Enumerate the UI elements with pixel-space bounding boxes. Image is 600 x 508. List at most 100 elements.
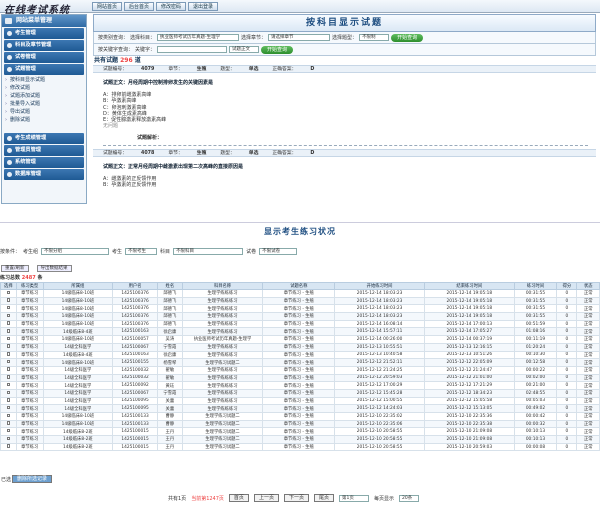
export-button[interactable]: 导出数据结果 xyxy=(36,265,72,272)
question-meta: 试题编号： 4078 章节： 生殖 题型： 单选 正确答案： D xyxy=(93,148,596,157)
keyword-input[interactable] xyxy=(157,46,228,53)
subject-label: 科目 xyxy=(160,249,171,255)
sidebar-item-edit-questions[interactable]: 修改试题 xyxy=(2,84,86,92)
search-button[interactable]: 开始查询 xyxy=(391,33,424,42)
row-select-cell xyxy=(0,373,17,383)
column-header: 选择 xyxy=(0,282,17,290)
row-select-cell xyxy=(0,312,17,321)
table-cell: 0 xyxy=(556,396,578,406)
row-checkbox[interactable] xyxy=(6,305,11,310)
row-checkbox[interactable] xyxy=(6,444,11,448)
prev-page-button[interactable]: 上一页 xyxy=(253,494,279,502)
category-label: 按类别查询： xyxy=(98,35,129,41)
table-cell: 0 xyxy=(556,404,578,413)
keyword-search-button[interactable]: 开始查询 xyxy=(261,45,294,54)
sidebar-group-students[interactable]: 考生管理 xyxy=(4,28,84,39)
table-cell: 生理学练练练习 xyxy=(181,404,264,413)
row-checkbox[interactable] xyxy=(6,421,11,425)
row-checkbox[interactable] xyxy=(6,390,11,395)
sidebar-group-admins[interactable]: 管理员管理 xyxy=(4,145,84,156)
row-checkbox[interactable] xyxy=(6,382,11,387)
table-cell: 1425100067 xyxy=(112,342,158,352)
subject-select[interactable]: 执业医师考试历年真题-生理学 xyxy=(157,34,240,41)
nav-home[interactable]: 网站首页 xyxy=(92,2,123,11)
row-checkbox[interactable] xyxy=(6,428,11,433)
delete-selected-button[interactable]: 删除所选记录 xyxy=(12,475,53,483)
nav-admin-home[interactable]: 后台首页 xyxy=(124,2,155,11)
sidebar-group-scores[interactable]: 考生成绩管理 xyxy=(4,133,84,144)
table-cell: 0 xyxy=(556,388,578,398)
row-checkbox[interactable] xyxy=(6,359,11,364)
table-row: 章节练习 14级全科医学 1425100032 翟敏 生理学练练练习 章节练习 - 生殖 2… xyxy=(0,365,600,375)
row-checkbox[interactable] xyxy=(6,336,11,341)
table-cell: 2015-12-10 21:09:08 xyxy=(423,427,515,437)
stat-count: 2487 xyxy=(21,275,36,281)
nav-change-password[interactable]: 修改密码 xyxy=(156,2,187,11)
keyword-label: 按关键字查询： xyxy=(98,47,134,53)
table-cell: 2015-12-10 22:35:38 xyxy=(423,419,515,429)
table-cell: 生理学练习试题二 xyxy=(181,412,264,421)
row-checkbox[interactable] xyxy=(6,321,11,325)
table-cell: 00:10:13 xyxy=(513,427,558,437)
row-checkbox[interactable] xyxy=(6,329,11,333)
top-nav: 网站首页 后台首页 修改密码 退出登录 xyxy=(92,2,219,11)
table-cell: 生理学练练练习 xyxy=(181,296,264,306)
table-cell: 14级临床8-4班 xyxy=(42,327,114,337)
sidebar-group-papers[interactable]: 试卷管理 xyxy=(4,52,84,63)
sidebar-item-show-questions[interactable]: 按科目显示试题 xyxy=(2,76,86,84)
subject-select[interactable]: 不限科目 xyxy=(173,248,244,255)
table-cell: 14级临床8-10班 xyxy=(42,358,114,367)
type-select[interactable]: 不限制 xyxy=(359,34,390,41)
row-checkbox[interactable] xyxy=(6,298,11,302)
row-checkbox[interactable] xyxy=(6,405,11,410)
last-page-button[interactable]: 尾页 xyxy=(313,494,334,502)
row-checkbox[interactable] xyxy=(6,290,11,295)
sidebar-group-subjects[interactable]: 科目及章节管理 xyxy=(4,40,84,51)
table-cell: 14级临床8-10班 xyxy=(42,319,114,329)
row-checkbox[interactable] xyxy=(6,352,11,356)
table-cell: 2015-12-12 17:00:29 xyxy=(334,381,425,390)
row-checkbox[interactable] xyxy=(6,344,11,348)
table-cell: 2015-12-12 21:24:47 xyxy=(423,365,515,375)
column-header: 科目名称 xyxy=(181,282,264,290)
sidebar-item-add-questions[interactable]: 试题添加试题 xyxy=(2,92,86,100)
per-page-select[interactable]: 20条 xyxy=(399,494,419,502)
sidebar-item-import-questions[interactable]: 批量导入试题 xyxy=(2,100,86,108)
column-header: 试题名称 xyxy=(262,282,336,290)
row-checkbox[interactable] xyxy=(6,413,11,418)
first-page-button[interactable]: 首页 xyxy=(228,494,249,502)
table-cell: 正常 xyxy=(576,365,600,375)
keyword-field-select[interactable]: 试题正文 xyxy=(229,46,260,53)
row-checkbox[interactable] xyxy=(6,313,11,318)
column-header: 得分 xyxy=(556,282,578,290)
nav-logout[interactable]: 退出登录 xyxy=(188,2,219,11)
refresh-button[interactable]: 重置/刷新 xyxy=(1,265,29,272)
column-header: 所属组 xyxy=(42,282,114,290)
table-cell: 1425100067 xyxy=(112,388,158,398)
student-select[interactable]: 不限考生 xyxy=(125,248,158,255)
row-checkbox[interactable] xyxy=(6,398,11,402)
table-cell: 王丹 xyxy=(157,442,183,452)
table-cell: 2015-12-12 18:34:23 xyxy=(423,388,515,398)
row-checkbox[interactable] xyxy=(6,367,11,371)
row-checkbox[interactable] xyxy=(6,375,11,379)
table-row: 章节练习 14级临床8-10班 1425100376 邱德飞 生理学练练练习 章节练习 -… xyxy=(0,289,600,298)
sidebar-group-database[interactable]: 数据库管理 xyxy=(4,169,84,180)
table-cell: 章节练习 - 生殖 xyxy=(262,412,336,421)
group-select[interactable]: 不限分组 xyxy=(41,248,110,255)
table-row: 章节练习 14级临床8-4班 1425100163 徐启康 生理学练练练习 章节练习 - … xyxy=(0,327,600,337)
sidebar-group-system[interactable]: 系统管理 xyxy=(4,157,84,168)
table-cell: 2015-12-12 20:59:03 xyxy=(334,373,425,383)
sidebar-group-questions[interactable]: 试题管理 xyxy=(4,64,84,75)
row-checkbox[interactable] xyxy=(6,436,11,441)
sidebar-item-delete-questions[interactable]: 删除试题 xyxy=(2,116,86,124)
table-cell: 章节练习 - 生殖 xyxy=(262,373,336,383)
goto-page-select[interactable]: 第1页 xyxy=(338,494,369,502)
sidebar-item-export-questions[interactable]: 导出试题 xyxy=(2,108,86,116)
table-cell: 2015-12-10 22:35:36 xyxy=(423,412,515,421)
next-page-button[interactable]: 下一页 xyxy=(283,494,309,502)
table-cell: 1425100155 xyxy=(112,358,158,367)
chapter-select[interactable]: 请选择章节 xyxy=(268,34,331,41)
paper-select[interactable]: 不限试卷 xyxy=(259,248,298,255)
table-cell: 曹静 xyxy=(157,419,183,429)
